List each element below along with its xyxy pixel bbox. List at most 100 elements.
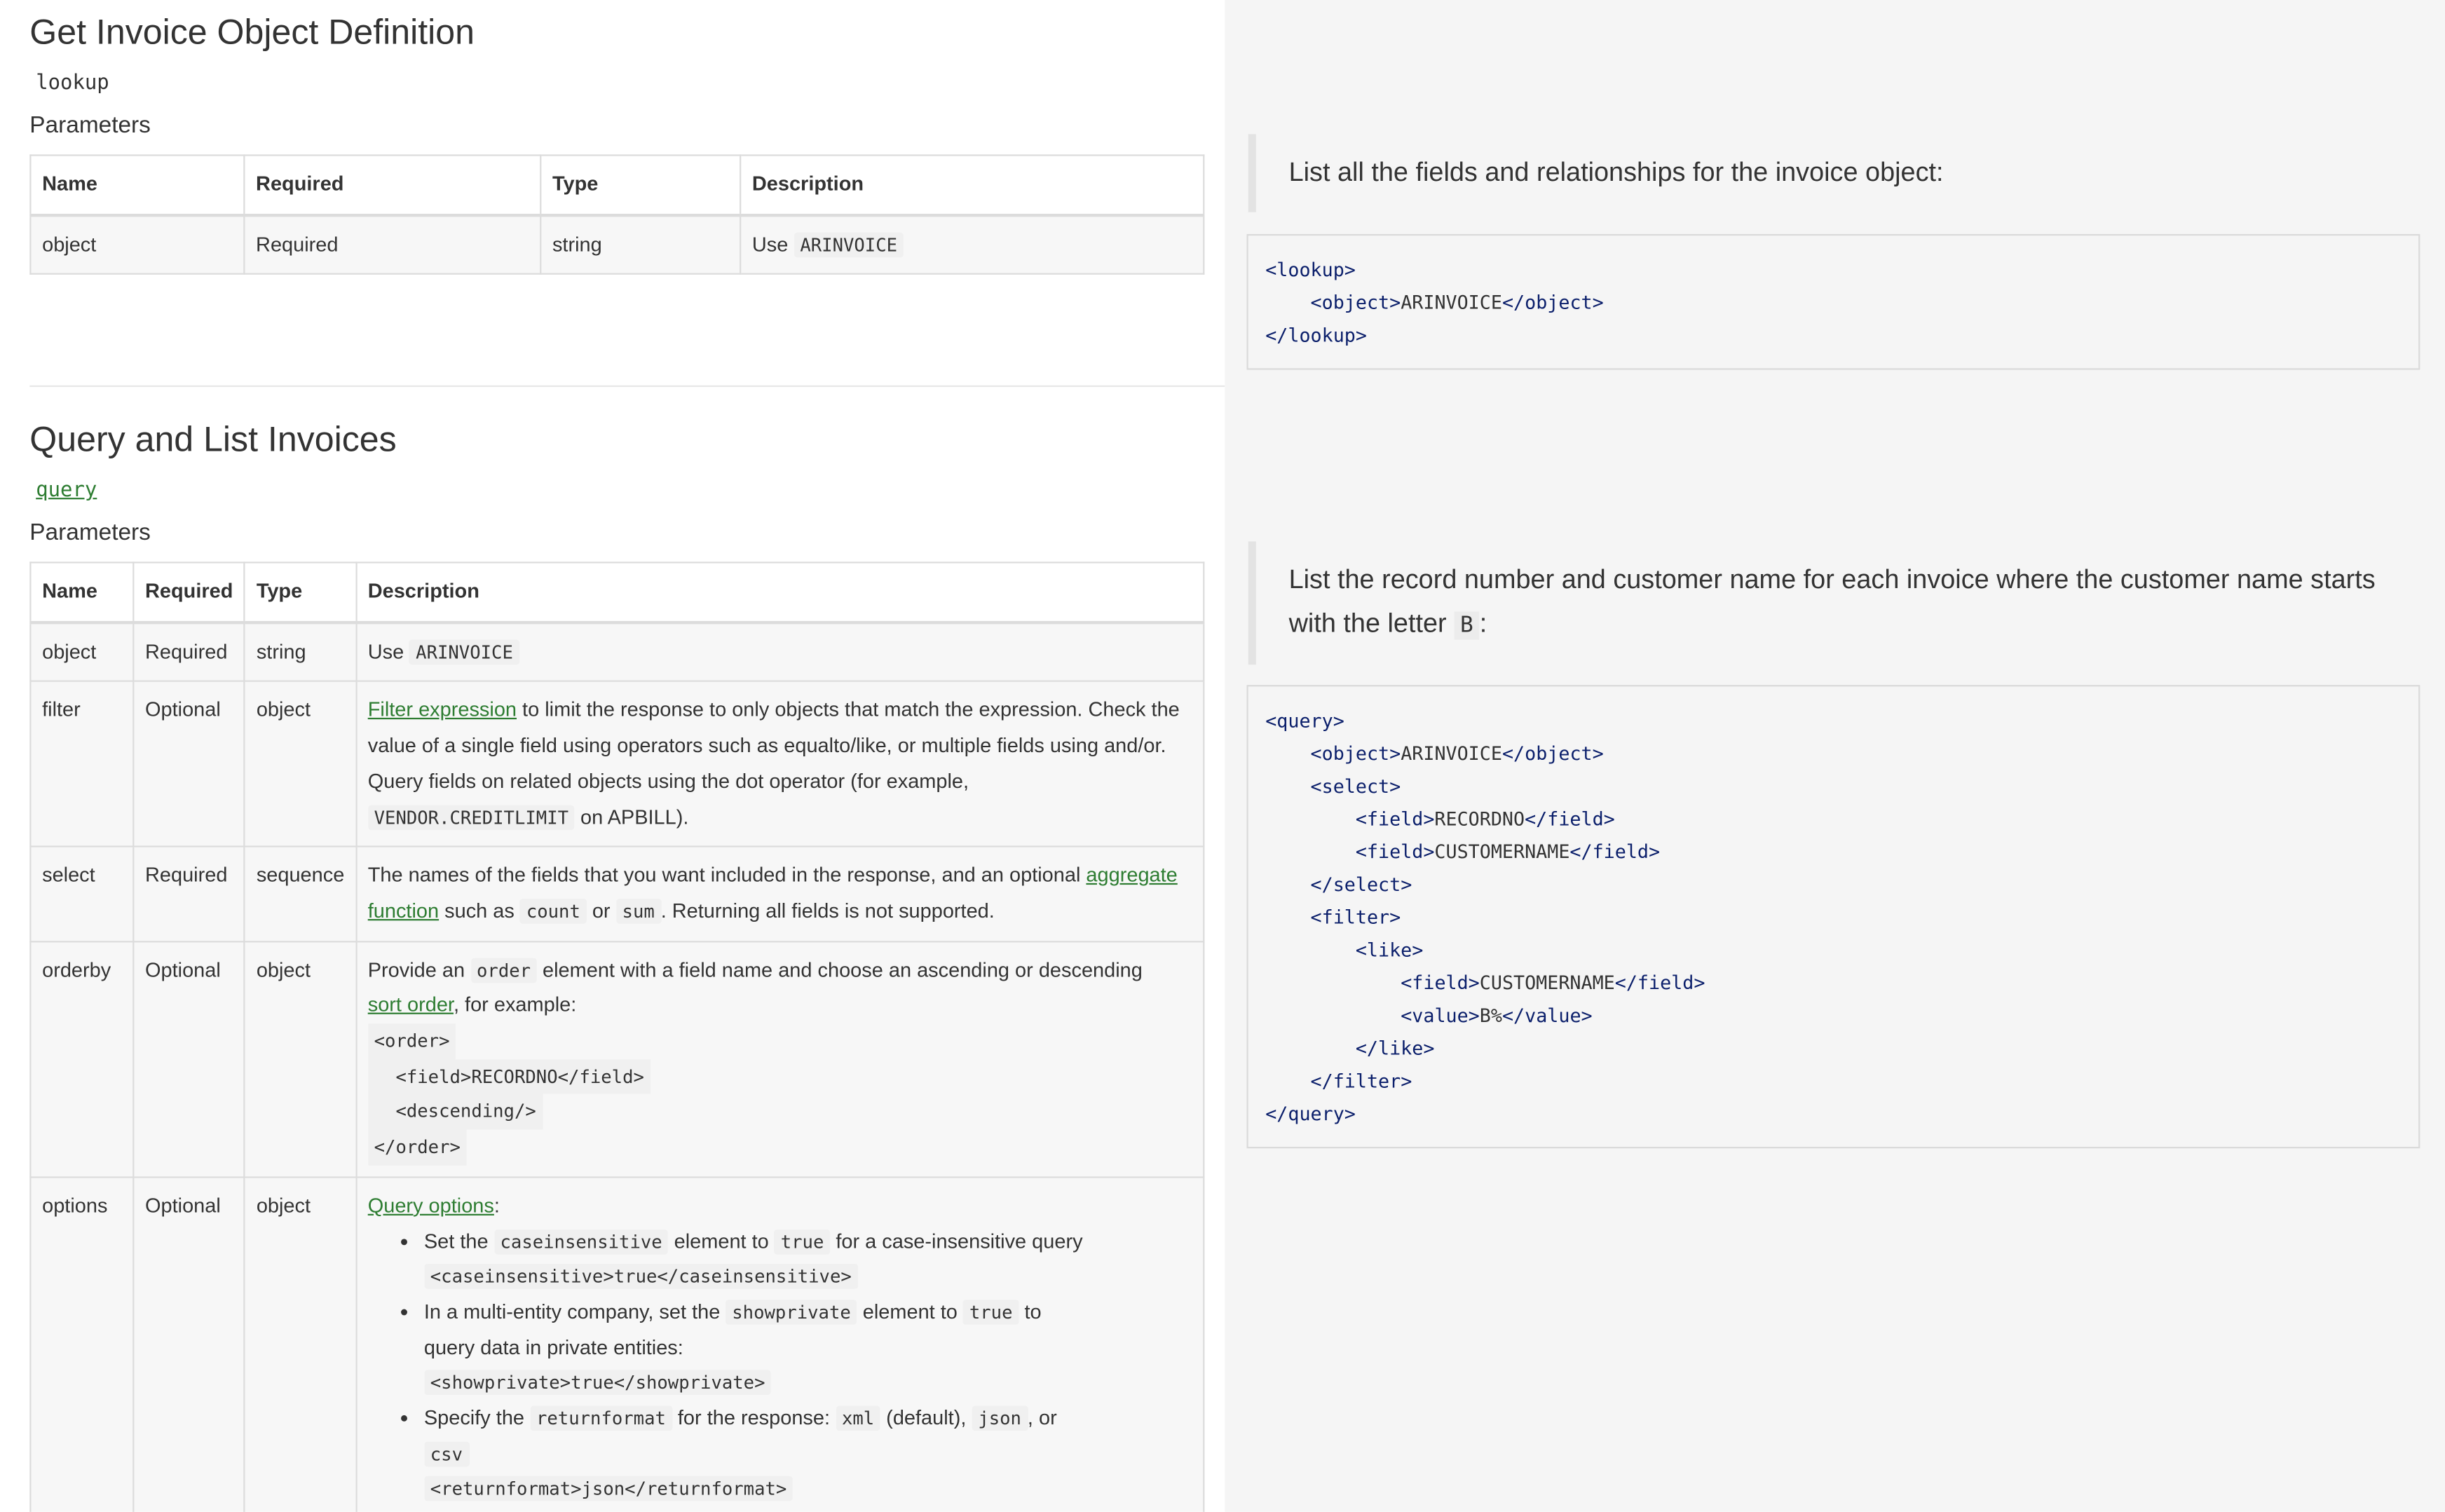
code-line: </query> bbox=[1265, 1103, 1356, 1125]
col-header-type: Type bbox=[243, 561, 357, 623]
parameters-label: Parameters bbox=[29, 519, 151, 547]
docs-page: Get Invoice Object Definition lookup Par… bbox=[0, 0, 2445, 1512]
code-line: <object>ARINVOICE</object> bbox=[1310, 742, 1604, 765]
param-type: string bbox=[243, 621, 357, 683]
inline-code: xml bbox=[836, 1405, 881, 1431]
param-required: Optional bbox=[132, 940, 246, 1178]
sort-order-link[interactable]: sort order bbox=[368, 993, 454, 1016]
list-item: Specify the returnformat for the respons… bbox=[423, 1401, 1094, 1508]
param-name: object bbox=[29, 621, 135, 683]
code-line: <field>CUSTOMERNAME</field> bbox=[1355, 840, 1661, 863]
list-item: In a multi-entity company, set the showp… bbox=[423, 1295, 1094, 1401]
param-type: object bbox=[243, 681, 357, 848]
table-row: options Optional object Query options: S… bbox=[29, 1176, 1205, 1512]
param-description: Query options: Set the caseinsensitive e… bbox=[355, 1176, 1205, 1512]
code-example: <returnformat>json</returnformat> bbox=[423, 1476, 794, 1502]
inline-code: ARINVOICE bbox=[409, 639, 519, 665]
table-row: object Required string Use ARINVOICE bbox=[29, 214, 1205, 275]
code-example: <showprivate>true</showprivate> bbox=[423, 1370, 772, 1396]
param-name: orderby bbox=[29, 940, 135, 1178]
inline-code: json bbox=[972, 1405, 1028, 1431]
parameters-label: Parameters bbox=[29, 112, 151, 139]
filter-expression-link[interactable]: Filter expression bbox=[368, 698, 517, 721]
code-block-lookup: <lookup> <object>ARINVOICE</object> </lo… bbox=[1246, 233, 2420, 370]
inline-code: B bbox=[1454, 611, 1480, 640]
inline-code: order bbox=[470, 957, 537, 983]
inline-code: true bbox=[962, 1300, 1019, 1325]
col-header-description: Description bbox=[740, 154, 1205, 216]
code-line: </filter> bbox=[1310, 1070, 1412, 1093]
section-title-get-invoice: Get Invoice Object Definition bbox=[29, 12, 475, 52]
code-line: <object>ARINVOICE</object> bbox=[1310, 292, 1604, 314]
code-example-line: <descending/> bbox=[367, 1094, 543, 1130]
code-block-query: <query> <object>ARINVOICE</object> <sele… bbox=[1246, 685, 2420, 1149]
table-row: orderby Optional object Provide an order… bbox=[29, 940, 1205, 1178]
col-header-description: Description bbox=[355, 561, 1205, 623]
code-line: <value>B%</value> bbox=[1401, 1004, 1593, 1027]
param-required: Required bbox=[243, 214, 542, 275]
param-required: Required bbox=[132, 845, 246, 942]
param-description: The names of the fields that you want in… bbox=[355, 845, 1205, 942]
param-description: Filter expression to limit the response … bbox=[355, 681, 1205, 848]
code-example-line: <order> bbox=[367, 1023, 456, 1059]
code-line: <filter> bbox=[1310, 906, 1401, 929]
param-name: object bbox=[29, 214, 245, 275]
inline-code: sum bbox=[615, 898, 661, 924]
param-name: options bbox=[29, 1176, 135, 1512]
content-pane: Get Invoice Object Definition lookup Par… bbox=[0, 0, 1225, 1512]
options-list: Set the caseinsensitive element to true … bbox=[368, 1224, 1094, 1507]
example-note-lookup: List all the fields and relationships fo… bbox=[1248, 134, 2444, 212]
col-header-required: Required bbox=[243, 154, 542, 216]
table-row: filter Optional object Filter expression… bbox=[29, 681, 1205, 848]
section-title-query-invoices: Query and List Invoices bbox=[29, 419, 397, 459]
list-item: Set the caseinsensitive element to true … bbox=[423, 1224, 1094, 1295]
param-required: Required bbox=[132, 621, 246, 683]
code-example-line: </order> bbox=[367, 1129, 467, 1166]
code-line: <field>CUSTOMERNAME</field> bbox=[1401, 972, 1705, 994]
col-header-type: Type bbox=[540, 154, 742, 216]
param-description: Provide an order element with a field na… bbox=[355, 940, 1205, 1178]
code-example-line: <field>RECORDNO</field> bbox=[367, 1058, 651, 1095]
col-header-name: Name bbox=[29, 561, 135, 623]
param-name: filter bbox=[29, 681, 135, 848]
inline-code: showprivate bbox=[726, 1300, 857, 1325]
param-type: object bbox=[243, 1176, 357, 1512]
inline-code: VENDOR.CREDITLIMIT bbox=[367, 804, 575, 830]
col-header-name: Name bbox=[29, 154, 245, 216]
param-name: select bbox=[29, 845, 135, 942]
param-required: Optional bbox=[132, 1176, 246, 1512]
code-line: <like> bbox=[1355, 939, 1424, 962]
code-line: <field>RECORDNO</field> bbox=[1355, 808, 1615, 831]
inline-code: returnformat bbox=[530, 1405, 672, 1431]
param-description: Use ARINVOICE bbox=[740, 214, 1205, 275]
inline-code: ARINVOICE bbox=[794, 231, 904, 257]
section-divider bbox=[29, 385, 1225, 388]
method-link-query[interactable]: query bbox=[29, 477, 103, 504]
table-row: select Required sequence The names of th… bbox=[29, 845, 1205, 942]
inline-code: caseinsensitive bbox=[493, 1229, 669, 1254]
method-name-lookup: lookup bbox=[36, 71, 109, 95]
example-note-query: List the record number and customer name… bbox=[1248, 541, 2413, 665]
param-required: Optional bbox=[132, 681, 246, 848]
table-header-row: Name Required Type Description bbox=[29, 154, 1205, 216]
param-type: sequence bbox=[243, 845, 357, 942]
inline-code: count bbox=[519, 898, 587, 924]
param-type: string bbox=[540, 214, 742, 275]
code-line: </lookup> bbox=[1265, 324, 1367, 347]
code-line: </select> bbox=[1310, 873, 1412, 896]
params-table-lookup: Name Required Type Description object Re… bbox=[29, 154, 1205, 275]
code-line: </like> bbox=[1355, 1037, 1435, 1060]
table-row: object Required string Use ARINVOICE bbox=[29, 621, 1205, 683]
table-header-row: Name Required Type Description bbox=[29, 561, 1205, 623]
code-example: <caseinsensitive>true</caseinsensitive> bbox=[423, 1264, 858, 1290]
params-table-query: Name Required Type Description object Re… bbox=[29, 561, 1205, 1512]
code-line: <query> bbox=[1265, 709, 1344, 732]
code-line: <lookup> bbox=[1265, 259, 1356, 281]
col-header-required: Required bbox=[132, 561, 246, 623]
query-options-link[interactable]: Query options bbox=[368, 1193, 494, 1216]
param-description: Use ARINVOICE bbox=[355, 621, 1205, 683]
code-line: <select> bbox=[1310, 775, 1401, 798]
inline-code: true bbox=[774, 1229, 831, 1254]
inline-code: csv bbox=[423, 1441, 469, 1466]
param-type: object bbox=[243, 940, 357, 1178]
